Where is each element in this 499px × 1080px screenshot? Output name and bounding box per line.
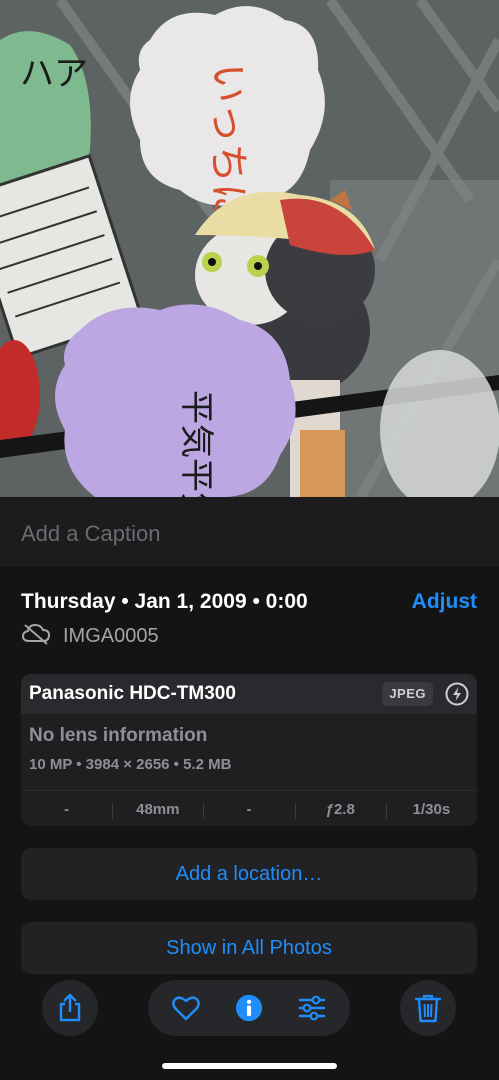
photo-image: ハア いっちに！ 平気平気！ — [0, 0, 499, 497]
adjust-button[interactable]: Adjust — [412, 590, 477, 614]
share-button[interactable] — [42, 980, 98, 1036]
caption-input[interactable]: Add a Caption — [21, 521, 160, 547]
camera-info-card: Panasonic HDC-TM300 JPEG No lens informa… — [21, 674, 477, 826]
show-in-all-photos-button[interactable]: Show in All Photos — [21, 922, 477, 974]
cloud-off-icon — [21, 623, 51, 650]
exif-exposure-bias: - — [203, 801, 294, 819]
exif-aperture: ƒ2.8 — [294, 801, 386, 819]
lens-info: No lens information — [29, 725, 208, 746]
exif-focal-length: 48mm — [112, 801, 203, 819]
exif-iso: - — [64, 800, 70, 818]
info-icon — [235, 994, 263, 1022]
add-location-button[interactable]: Add a location… — [21, 848, 477, 900]
filename-row: IMGA0005 — [21, 623, 159, 650]
photo-date: Thursday • Jan 1, 2009 • 0:00 — [21, 590, 308, 613]
format-badge: JPEG — [382, 682, 433, 706]
exif-shutter: 1/30s — [385, 801, 477, 819]
image-specs: 10 MP • 3984 × 2656 • 5.2 MB — [29, 756, 232, 773]
favorite-button[interactable] — [172, 994, 200, 1022]
edit-adjustments-button[interactable] — [298, 994, 326, 1022]
sliders-icon — [298, 995, 326, 1021]
bubble-bottom-text: 平気平気！ — [176, 390, 216, 497]
photo-view[interactable]: ハア いっちに！ 平気平気！ — [0, 0, 499, 497]
delete-button[interactable] — [400, 980, 456, 1036]
home-indicator[interactable] — [162, 1063, 337, 1069]
trash-icon — [415, 994, 441, 1023]
info-button[interactable] — [235, 994, 263, 1022]
filename: IMGA0005 — [63, 624, 159, 647]
camera-header: Panasonic HDC-TM300 JPEG — [21, 674, 477, 714]
flash-icon — [445, 682, 469, 711]
photo-actions-group — [148, 980, 350, 1036]
share-icon — [59, 993, 81, 1022]
camera-name: Panasonic HDC-TM300 — [29, 683, 236, 704]
heart-icon — [172, 996, 200, 1021]
exif-row: - 48mm - ƒ2.8 1/30s — [21, 790, 477, 826]
bubble-left-text: ハア — [20, 54, 88, 94]
